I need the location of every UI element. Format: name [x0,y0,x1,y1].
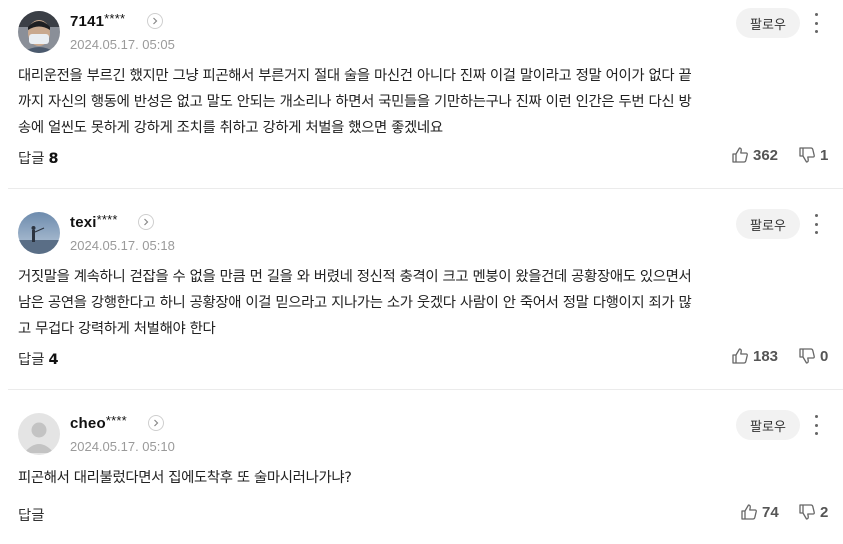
username[interactable]: texi**** [70,212,118,231]
timestamp: 2024.05.17. 05:05 [70,37,175,52]
avatar[interactable] [18,11,60,53]
follow-button[interactable]: 팔로우 [736,209,800,239]
follow-button[interactable]: 팔로우 [736,8,800,38]
reply-button[interactable]: 답글 4 [18,348,59,369]
username[interactable]: cheo**** [70,413,127,432]
reply-button[interactable]: 답글 [18,504,48,525]
thumbs-up-icon [732,147,748,163]
thumbs-up-icon [732,348,748,364]
follow-button[interactable]: 팔로우 [736,410,800,440]
divider [8,389,843,390]
comment-text: 피곤해서 대리불렀다면서 집에도착후 또 술마시러나가냐? [18,470,352,486]
thumbs-down-icon [799,147,815,163]
username[interactable]: 7141**** [70,11,125,30]
timestamp: 2024.05.17. 05:18 [70,238,175,253]
like-button[interactable]: 74 [740,503,779,521]
chevron-right-icon[interactable] [147,13,163,29]
thumbs-down-icon [799,348,815,364]
dislike-button[interactable]: 2 [798,503,828,521]
dislike-button[interactable]: 1 [798,146,828,164]
thumbs-up-icon [741,504,757,520]
comment-text: 대리운전을 부르긴 했지만 그냥 피곤해서 부른거지 절대 술을 마신건 아니다… [18,68,692,136]
more-vertical-icon[interactable] [808,413,824,437]
like-button[interactable]: 183 [731,347,778,365]
dislike-button[interactable]: 0 [798,347,828,365]
like-button[interactable]: 362 [731,146,778,164]
chevron-right-icon[interactable] [138,214,154,230]
comment-text: 거짓말을 계속하니 걷잡을 수 없을 만큼 먼 길을 와 버렸네 정신적 충격이… [18,269,692,337]
reply-button[interactable]: 답글 8 [18,147,59,168]
timestamp: 2024.05.17. 05:10 [70,439,175,454]
thumbs-down-icon [799,504,815,520]
more-vertical-icon[interactable] [808,11,824,35]
chevron-right-icon[interactable] [148,415,164,431]
avatar[interactable] [18,413,60,455]
divider [8,188,843,189]
avatar[interactable] [18,212,60,254]
more-vertical-icon[interactable] [808,212,824,236]
